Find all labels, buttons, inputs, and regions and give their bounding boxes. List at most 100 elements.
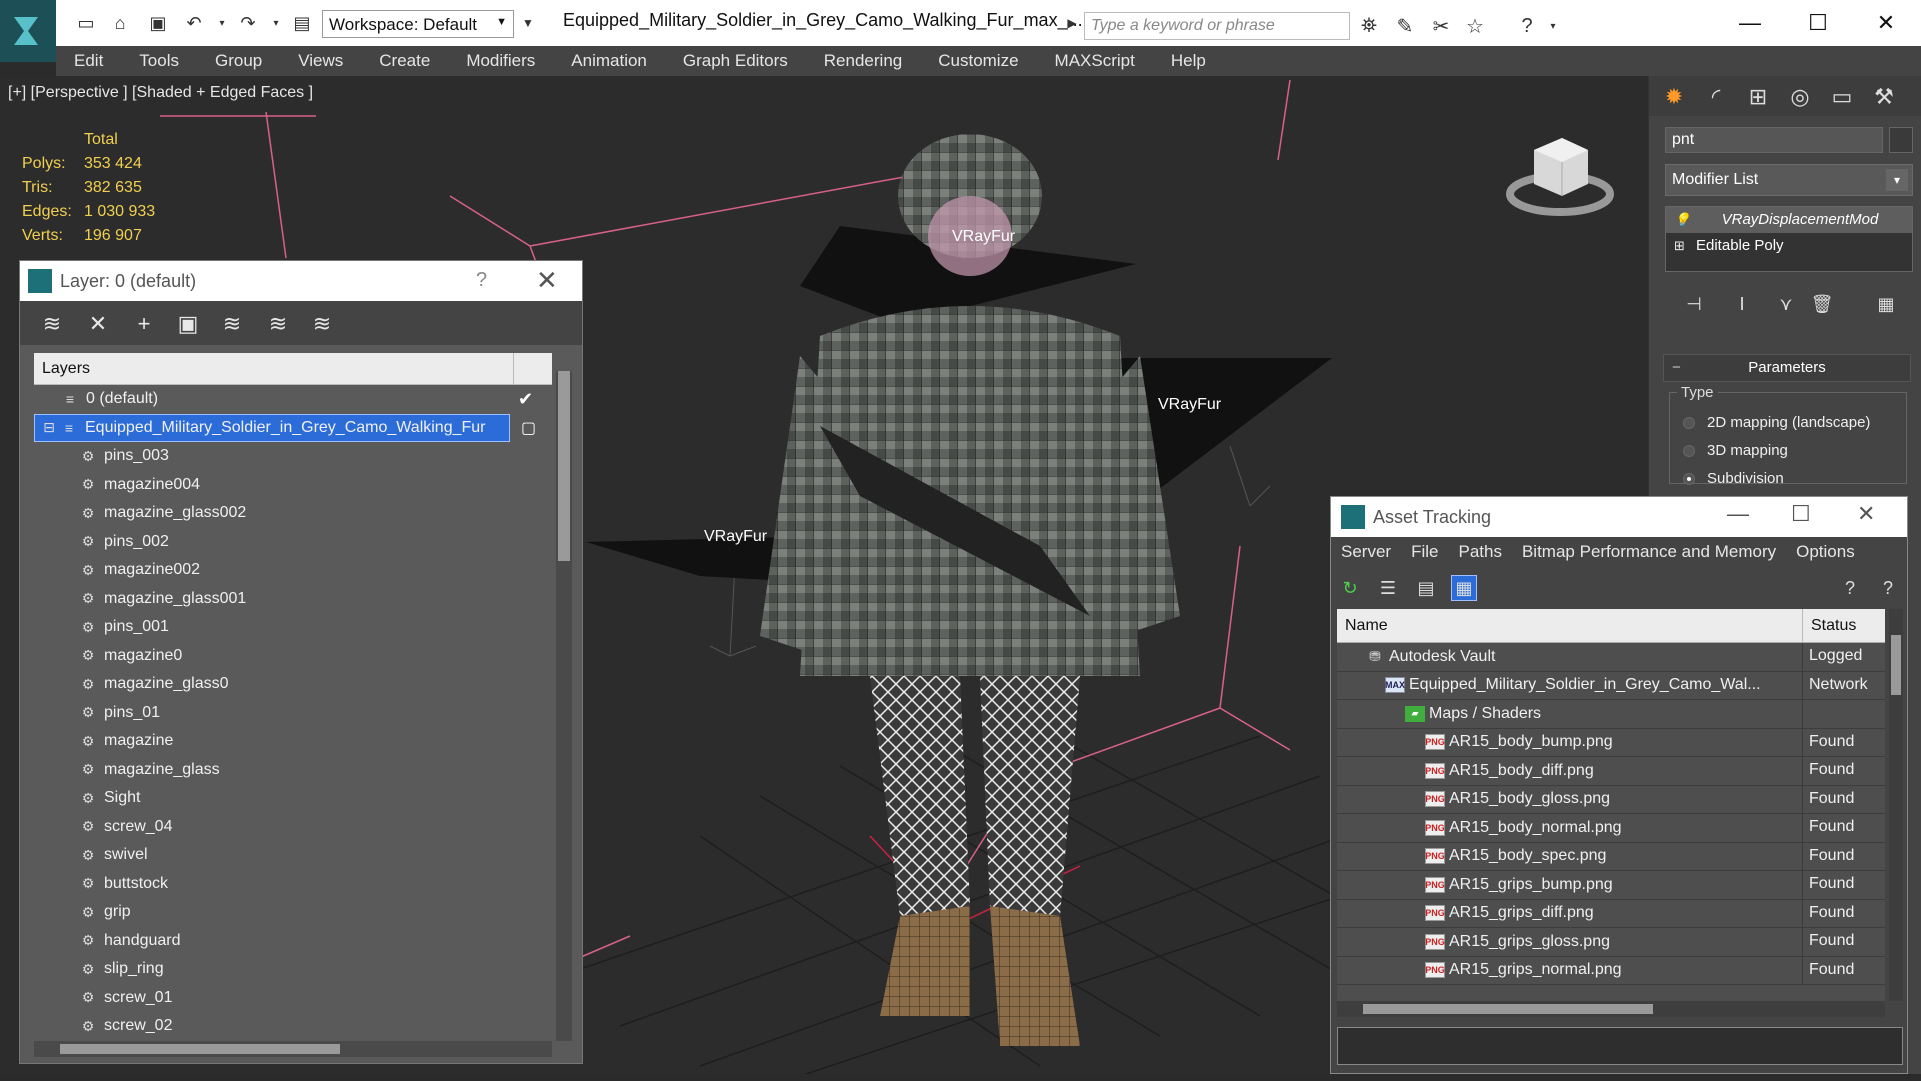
save-icon[interactable]: ▣	[146, 12, 170, 34]
minimize-icon[interactable]: —	[1720, 4, 1780, 42]
radio-subdivision[interactable]: Subdivision	[1683, 470, 1784, 487]
column-name[interactable]: Name	[1337, 609, 1803, 642]
asset-row[interactable]: PNG AR15_grips_normal.png Found	[1337, 956, 1885, 985]
stack-item-vraydisplacementmod[interactable]: 💡 VRayDisplacementMod	[1666, 207, 1912, 233]
scroll-thumb[interactable]	[558, 371, 570, 561]
thumbnail-view-icon[interactable]: ▤	[1413, 575, 1439, 601]
layer-object-row[interactable]: ⚙ magazine002	[34, 556, 552, 585]
menu-group[interactable]: Group	[197, 51, 280, 71]
radio-2d-mapping[interactable]: 2D mapping (landscape)	[1683, 414, 1870, 431]
close-icon[interactable]: ✕	[536, 265, 558, 296]
asset-row[interactable]: PNG AR15_body_spec.png Found	[1337, 842, 1885, 871]
menu-tools[interactable]: Tools	[121, 51, 197, 71]
utilities-tab-icon[interactable]: ⚒	[1869, 84, 1899, 110]
layer-object-row[interactable]: ⚙ screw_02	[34, 1012, 552, 1041]
minimize-icon[interactable]: —	[1727, 501, 1749, 527]
layer-object-row[interactable]: ⚙ screw_01	[34, 984, 552, 1013]
asset-window-titlebar[interactable]: Asset Tracking — ☐ ✕	[1331, 497, 1907, 537]
highlight-layer-icon[interactable]: ≋	[218, 311, 246, 337]
asset-row[interactable]: PNG AR15_grips_bump.png Found	[1337, 871, 1885, 900]
create-tab-icon[interactable]: ✹	[1659, 84, 1689, 110]
set-current-box-icon[interactable]: ▢	[521, 418, 536, 438]
show-end-result-icon[interactable]: Ⅰ	[1729, 292, 1755, 316]
layer-object-row[interactable]: ⚙ magazine_glass	[34, 756, 552, 785]
asset-row[interactable]: ▰ Maps / Shaders	[1337, 700, 1885, 729]
asset-table[interactable]: Name Status ⛃ Autodesk Vault Logged MAX Equi…	[1337, 609, 1885, 1001]
wrench-icon[interactable]: ✎	[1392, 14, 1418, 38]
menu-customize[interactable]: Customize	[920, 51, 1036, 71]
asset-row[interactable]: PNG AR15_grips_gloss.png Found	[1337, 928, 1885, 957]
project-folder-icon[interactable]: ▤	[290, 12, 314, 34]
vault-help-icon[interactable]: ?	[1837, 575, 1863, 601]
layer-object-row[interactable]: ⚙ pins_01	[34, 699, 552, 728]
asset-row[interactable]: PNG AR15_body_normal.png Found	[1337, 814, 1885, 843]
menu-animation[interactable]: Animation	[553, 51, 665, 71]
close-icon[interactable]: ✕	[1856, 4, 1916, 42]
expand-plus-icon[interactable]: ⊞	[1674, 238, 1685, 254]
display-tab-icon[interactable]: ▭	[1827, 84, 1857, 110]
asset-menu-file[interactable]: File	[1401, 542, 1448, 562]
select-layer-objects-icon[interactable]: ▣	[174, 311, 202, 337]
layer-row-soldier[interactable]: ⊟ ≡ Equipped_Military_Soldier_in_Grey_Ca…	[34, 413, 536, 442]
asset-row[interactable]: ⛃ Autodesk Vault Logged	[1337, 643, 1885, 672]
layer-object-row[interactable]: ⚙ magazine	[34, 727, 552, 756]
undo-icon[interactable]: ↶	[182, 12, 206, 34]
motion-tab-icon[interactable]: ◎	[1785, 84, 1815, 110]
layer-object-row[interactable]: ⚙ grip	[34, 898, 552, 927]
list-view-icon[interactable]: ☰	[1375, 575, 1401, 601]
current-layer-check-icon[interactable]: ✔	[518, 389, 533, 410]
table-view-icon[interactable]: ▦	[1451, 575, 1477, 601]
pin-stack-icon[interactable]: ⊣	[1681, 292, 1707, 316]
asset-horizontal-scrollbar[interactable]	[1337, 1001, 1885, 1017]
object-name-input[interactable]	[1665, 127, 1883, 153]
help-dropdown-icon[interactable]: ▾	[1540, 14, 1566, 38]
soldier-model[interactable]	[760, 116, 1180, 1056]
open-file-icon[interactable]: ⌂	[108, 12, 132, 34]
viewcube-icon[interactable]	[1504, 120, 1616, 220]
scroll-thumb[interactable]	[60, 1044, 340, 1054]
maximize-icon[interactable]: ☐	[1788, 4, 1848, 42]
layer-object-row[interactable]: ⚙ magazine0	[34, 642, 552, 671]
asset-row[interactable]: PNG AR15_body_gloss.png Found	[1337, 785, 1885, 814]
redo-icon[interactable]: ↷	[236, 12, 260, 34]
layer-object-row[interactable]: ⚙ magazine004	[34, 471, 552, 500]
modifier-list-dropdown[interactable]: Modifier List ▾	[1665, 164, 1913, 196]
help-icon[interactable]: ?	[1875, 575, 1901, 601]
redo-dropdown-icon[interactable]: ▾	[264, 12, 288, 34]
asset-menu-paths[interactable]: Paths	[1448, 542, 1511, 562]
workspace-dropdown[interactable]: Workspace: Default ▼	[322, 10, 514, 38]
scroll-thumb[interactable]	[1891, 635, 1901, 695]
asset-row[interactable]: PNG AR15_body_bump.png Found	[1337, 728, 1885, 757]
layer-object-row[interactable]: ⚙ Sight	[34, 784, 552, 813]
hierarchy-tab-icon[interactable]: ⊞	[1743, 84, 1773, 110]
expand-arrow-icon[interactable]: ▶	[1060, 12, 1084, 34]
layer-object-row[interactable]: ⚙ handguard	[34, 927, 552, 956]
menu-modifiers[interactable]: Modifiers	[448, 51, 553, 71]
asset-menu-bitmap-performance[interactable]: Bitmap Performance and Memory	[1512, 542, 1786, 562]
menu-rendering[interactable]: Rendering	[806, 51, 920, 71]
hide-all-layers-icon[interactable]: ≋	[264, 311, 292, 337]
menu-edit[interactable]: Edit	[56, 51, 121, 71]
remove-modifier-icon[interactable]: 🗑	[1809, 292, 1835, 316]
workspace-menu-icon[interactable]: ▼	[516, 12, 540, 34]
search-input[interactable]	[1084, 12, 1350, 40]
asset-row[interactable]: PNG AR15_grips_diff.png Found	[1337, 899, 1885, 928]
menu-views[interactable]: Views	[280, 51, 361, 71]
help-icon[interactable]: ?	[476, 269, 487, 292]
favorite-star-icon[interactable]: ☆	[1462, 14, 1488, 38]
asset-row[interactable]: MAX Equipped_Military_Soldier_in_Grey_Cam…	[1337, 671, 1885, 700]
maximize-icon[interactable]: ☐	[1791, 501, 1811, 527]
new-layer-icon[interactable]: ≋	[38, 311, 66, 337]
layer-window-titlebar[interactable]: Layer: 0 (default) ? ✕	[20, 261, 582, 301]
undo-dropdown-icon[interactable]: ▾	[210, 12, 234, 34]
binoculars-icon[interactable]: ⛯	[1356, 14, 1382, 38]
layer-object-row[interactable]: ⚙ magazine_glass001	[34, 585, 552, 614]
layer-object-row[interactable]: ⚙ magazine_glass0	[34, 670, 552, 699]
delete-layer-icon[interactable]: ✕	[84, 311, 112, 337]
layer-object-row[interactable]: ⚙ pins_002	[34, 528, 552, 557]
refresh-icon[interactable]: ↻	[1337, 575, 1363, 601]
modify-tab-icon[interactable]: ◜	[1701, 84, 1731, 110]
layer-object-row[interactable]: ⚙ swivel	[34, 841, 552, 870]
layer-object-row[interactable]: ⚙ pins_003	[34, 442, 552, 471]
menu-create[interactable]: Create	[361, 51, 448, 71]
